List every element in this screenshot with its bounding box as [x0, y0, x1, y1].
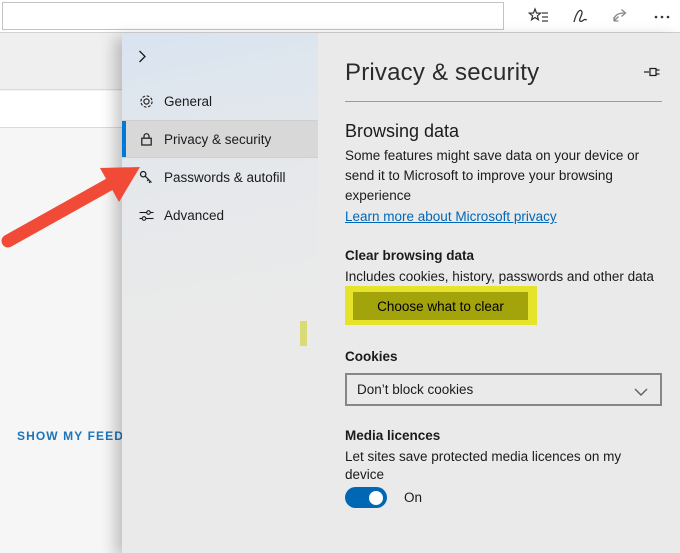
favorites-hub-icon[interactable] — [527, 5, 551, 29]
clear-browsing-data-heading: Clear browsing data — [345, 248, 475, 263]
chevron-down-icon — [634, 388, 648, 396]
key-icon — [137, 168, 155, 186]
settings-flyout: General Privacy & security Passwords & a… — [122, 33, 680, 553]
toggle-knob — [369, 490, 383, 505]
media-licences-toggle-row: On — [345, 487, 662, 508]
sidebar-item-privacy-security[interactable]: Privacy & security — [122, 120, 318, 158]
sidebar-item-label: General — [164, 93, 213, 109]
choose-what-to-clear-button[interactable]: Choose what to clear — [353, 292, 528, 320]
sidebar-item-general[interactable]: General — [122, 82, 318, 120]
show-my-feed-link[interactable]: SHOW MY FEED — [17, 429, 124, 443]
clear-browsing-data-description: Includes cookies, history, passwords and… — [345, 269, 654, 284]
cookies-dropdown-value: Don’t block cookies — [357, 382, 474, 397]
settings-nav: General Privacy & security Passwords & a… — [122, 82, 318, 234]
collapse-chevron-icon[interactable] — [130, 44, 154, 68]
browser-top-bar — [0, 0, 680, 33]
privacy-security-panel: Privacy & security Browsing data Some fe… — [318, 33, 680, 553]
panel-divider — [345, 101, 662, 102]
panel-title: Privacy & security — [345, 59, 540, 86]
sidebar-item-passwords-autofill[interactable]: Passwords & autofill — [122, 158, 318, 196]
lock-icon — [137, 130, 155, 148]
sidebar-item-advanced[interactable]: Advanced — [122, 196, 318, 234]
cookies-heading: Cookies — [345, 349, 398, 364]
toggle-state-label: On — [404, 490, 423, 505]
sidebar-item-label: Advanced — [164, 207, 225, 223]
learn-more-privacy-link[interactable]: Learn more about Microsoft privacy — [345, 207, 557, 227]
sidebar-item-label: Privacy & security — [164, 131, 272, 147]
address-bar[interactable] — [2, 2, 504, 30]
sidebar-item-label: Passwords & autofill — [164, 169, 286, 185]
highlighter-annotation: Choose what to clear — [345, 286, 537, 325]
sliders-icon — [137, 206, 155, 224]
browser-toolbar-icons — [527, 0, 674, 33]
highlighter-smudge — [300, 321, 307, 346]
more-icon[interactable] — [650, 5, 674, 29]
share-icon[interactable] — [609, 5, 633, 29]
media-licences-toggle[interactable] — [345, 487, 387, 508]
web-notes-icon[interactable] — [568, 5, 592, 29]
settings-sidebar: General Privacy & security Passwords & a… — [122, 33, 318, 553]
gear-icon — [137, 92, 155, 110]
browsing-data-description: Some features might save data on your de… — [345, 148, 640, 203]
page-behind-search-band — [0, 91, 122, 128]
browsing-data-heading: Browsing data — [345, 121, 460, 141]
media-licences-description: Let sites save protected media licences … — [345, 449, 622, 482]
page-behind: SHOW MY FEED — [0, 33, 124, 553]
pin-flyout-icon[interactable] — [643, 64, 663, 80]
media-licences-heading: Media licences — [345, 428, 441, 443]
cookies-dropdown[interactable]: Don’t block cookies — [345, 373, 662, 406]
page-behind-header-strip — [0, 33, 122, 90]
